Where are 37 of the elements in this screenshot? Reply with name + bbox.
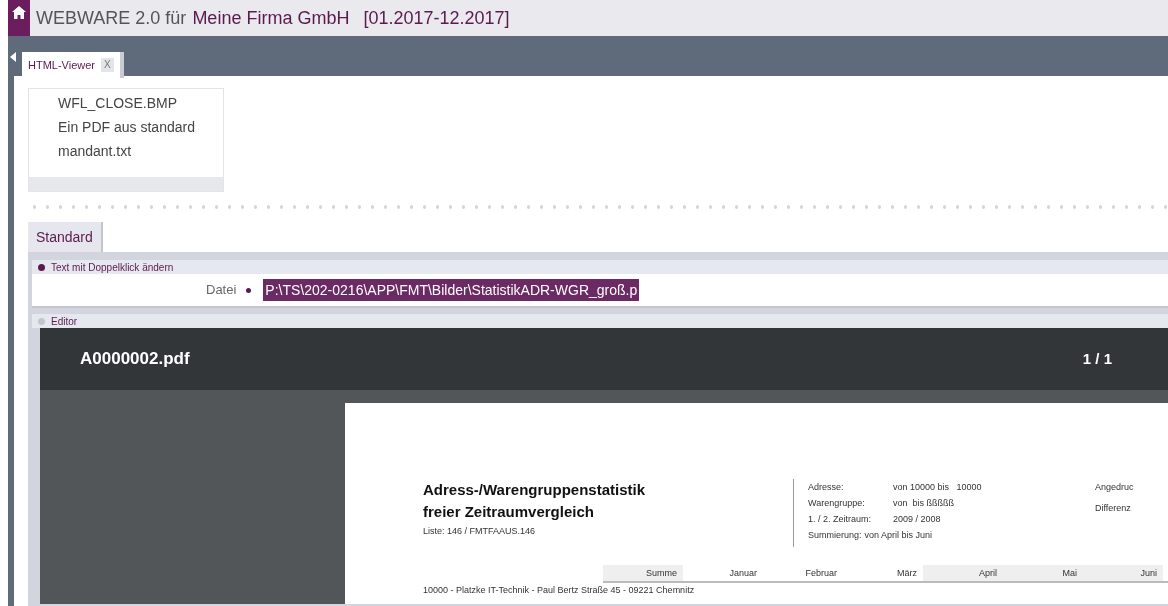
file-item[interactable]: WFL_CLOSE.BMP (58, 93, 223, 113)
file-item[interactable]: Ein PDF aus standard (58, 117, 223, 137)
table-row-text: 10000 - Platzke IT-Technik - Paul Bertz Straße 45 - 09221 Chemnitz (423, 584, 696, 596)
panel-title: Text mit Doppelklick ändern (51, 260, 174, 275)
info-label: 1. / 2. Zeitraum: (808, 513, 873, 526)
info-label: Adresse: (808, 481, 845, 494)
info-value: 2009 / 2008 (893, 513, 941, 526)
report-title: Adress-/Warengruppenstatistik (423, 480, 646, 500)
home-icon (12, 6, 26, 19)
column-header: April (923, 565, 1003, 581)
list-label: Liste: 146 / FMTFAAUS.146 (423, 525, 537, 538)
caret-icon[interactable] (10, 52, 16, 62)
info-value: von 10000 bis 10000 (893, 481, 982, 494)
tab[interactable]: HTML-Viewer X (22, 52, 124, 78)
panel-title: Editor (51, 314, 78, 329)
report-title: freier Zeitraumvergleich (423, 502, 595, 522)
tab[interactable]: Standard (28, 222, 103, 252)
pdf-filename: A0000002.pdf (80, 348, 190, 371)
info-label: Angedruc (1095, 481, 1134, 494)
bullet-icon (246, 287, 252, 293)
field-label: Datei (206, 281, 237, 300)
company-name: Meine Firma GmbH (192, 6, 350, 30)
file-item[interactable]: mandant.txt (58, 141, 223, 161)
info-label: Differenz (1095, 502, 1132, 515)
page-counter: 1 / 1 (1082, 348, 1112, 369)
column-header: Mai (1003, 565, 1083, 581)
app-title: WEBWARE 2.0 für (36, 6, 187, 30)
period-label: [01.2017-12.2017] (363, 6, 510, 30)
info-label: Summierung: (808, 529, 862, 542)
close-button[interactable]: X (101, 58, 114, 72)
info-label: Warengruppe: (808, 497, 866, 510)
column-header: Juni (1083, 565, 1163, 581)
info-value: von bis ßßßßß (893, 497, 954, 510)
file-path-field[interactable]: P:\TS\202-0216\APP\FMT\Bilder\StatistikADR-WGR_groß.p (263, 279, 640, 301)
home-button[interactable] (8, 0, 30, 36)
column-header: Summe (603, 565, 683, 581)
info-value: von April bis Juni (864, 529, 933, 542)
